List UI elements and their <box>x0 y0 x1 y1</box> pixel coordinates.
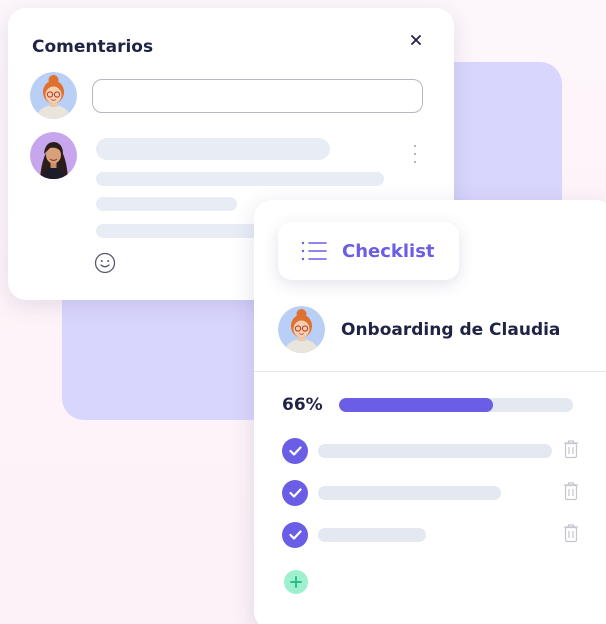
task-checkbox[interactable] <box>282 480 308 506</box>
comment-skeleton-name <box>96 138 330 160</box>
checklist-label: Checklist <box>342 240 435 262</box>
checklist-title: Onboarding de Claudia <box>341 320 561 340</box>
check-icon <box>288 446 302 456</box>
close-icon <box>411 35 421 45</box>
progress-bar-fill <box>339 398 494 412</box>
delete-task-button[interactable] <box>563 523 579 543</box>
task-checkbox[interactable] <box>282 522 308 548</box>
task-text-skeleton <box>318 528 426 542</box>
task-row <box>282 438 582 464</box>
comment-input[interactable] <box>92 79 423 113</box>
delete-task-button[interactable] <box>563 481 579 501</box>
emoji-button[interactable] <box>94 252 116 274</box>
check-icon <box>288 530 302 540</box>
stage: Comentarios Checklist Onboarding de Clau… <box>0 0 606 624</box>
current-user-avatar <box>30 72 77 119</box>
add-task-button[interactable] <box>284 570 308 594</box>
list-icon <box>301 241 327 261</box>
comments-title: Comentarios <box>32 37 154 57</box>
progress-percentage: 66% <box>282 395 323 415</box>
smiley-icon <box>94 252 116 274</box>
task-text-skeleton <box>318 486 501 500</box>
comment-skeleton-line <box>96 224 266 238</box>
task-text-skeleton <box>318 444 552 458</box>
task-row <box>282 522 582 548</box>
commenter-avatar <box>30 132 77 179</box>
trash-icon <box>564 440 578 459</box>
comment-skeleton-line <box>96 197 237 211</box>
list-owner-avatar <box>278 306 325 353</box>
trash-icon <box>564 524 578 543</box>
trash-icon <box>564 482 578 501</box>
delete-task-button[interactable] <box>563 439 579 459</box>
comment-skeleton-line <box>96 172 384 186</box>
close-button[interactable] <box>406 30 426 50</box>
plus-icon <box>290 576 302 588</box>
comment-options-button[interactable] <box>410 145 420 163</box>
check-icon <box>288 488 302 498</box>
kebab-menu-icon <box>414 145 416 147</box>
checklist-button[interactable]: Checklist <box>278 222 459 280</box>
task-checkbox[interactable] <box>282 438 308 464</box>
checklist-card: Checklist Onboarding de Claudia 66% <box>254 200 606 624</box>
progress-bar <box>339 398 573 412</box>
task-row <box>282 480 582 506</box>
divider <box>254 371 606 372</box>
